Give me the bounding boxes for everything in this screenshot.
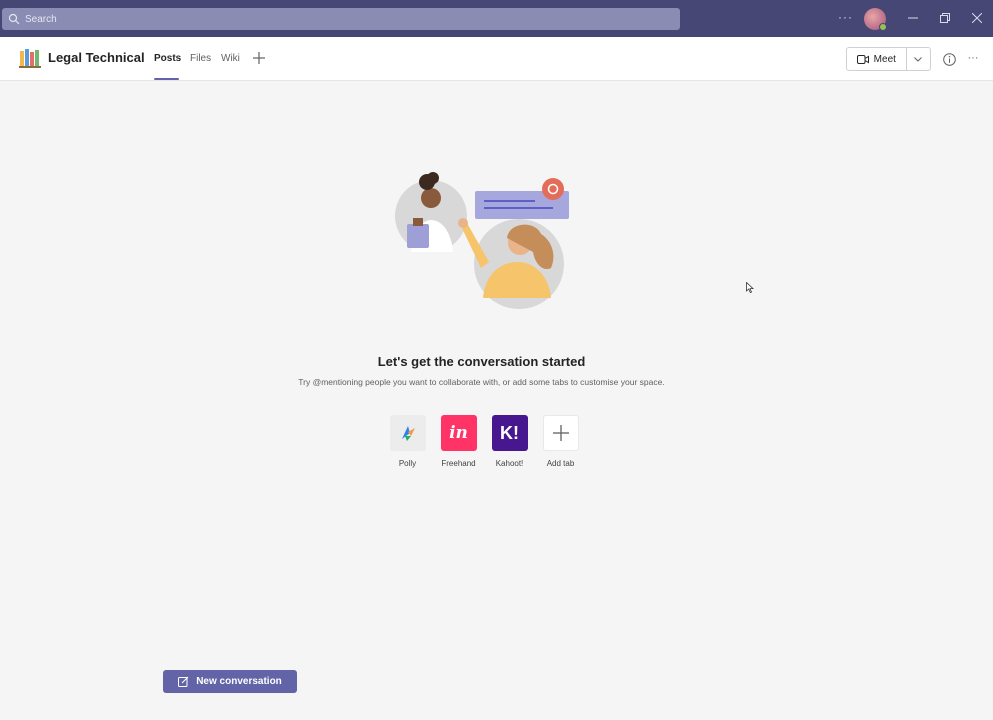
meet-options-dropdown[interactable] [907,48,930,70]
presence-available-icon [879,23,887,31]
titlebar-more-button[interactable]: ··· [838,10,853,24]
header-more-button[interactable]: ··· [966,51,980,65]
close-button[interactable] [967,8,987,28]
search-box[interactable] [2,8,680,30]
freehand-icon: in [440,415,477,451]
meet-label: Meet [873,53,896,65]
tab-posts[interactable]: Posts [154,53,181,64]
restore-icon [940,13,950,23]
active-tab-indicator [154,78,179,80]
app-label: Polly [398,459,417,468]
user-avatar[interactable] [864,8,887,31]
meet-split-button: Meet [846,47,931,71]
tab-wiki[interactable]: Wiki [221,53,240,64]
restore-button[interactable] [935,8,955,28]
empty-state-title: Let's get the conversation started [377,354,586,369]
kahoot-icon: K! [491,415,528,451]
app-label: Kahoot! [495,459,524,468]
team-name: Legal Technical [48,50,145,65]
app-freehand[interactable]: in Freehand [439,415,478,468]
compose-icon [178,676,189,687]
minimize-icon [908,17,918,19]
minimize-button[interactable] [903,8,923,28]
app-label: Add tab [546,459,575,468]
video-camera-icon [856,54,869,64]
title-bar: ··· [0,0,993,37]
channel-info-button[interactable] [942,52,956,66]
app-label: Freehand [441,459,476,468]
new-conversation-label: New conversation [196,676,282,687]
search-input[interactable] [25,13,625,25]
meet-button[interactable]: Meet [847,48,907,70]
search-icon [8,13,20,25]
close-icon [972,13,982,23]
polly-icon [389,415,426,451]
add-tab-plus-icon[interactable] [252,51,266,65]
app-polly[interactable]: Polly [388,415,427,468]
team-logo-icon [19,49,41,68]
suggested-apps: Polly in Freehand K! Kahoot! Add tab [388,415,580,468]
conversation-illustration [395,172,569,309]
tab-files[interactable]: Files [190,53,211,64]
app-add-tab[interactable]: Add tab [541,415,580,468]
mouse-cursor-icon [746,282,754,293]
empty-state-subtitle: Try @mentioning people you want to colla… [298,377,665,387]
new-conversation-button[interactable]: New conversation [163,670,297,693]
plus-icon [542,415,579,451]
channel-header: Legal Technical Posts Files Wiki Meet ··… [0,37,993,81]
chevron-down-icon [914,56,923,62]
app-kahoot[interactable]: K! Kahoot! [490,415,529,468]
info-icon [942,52,956,66]
